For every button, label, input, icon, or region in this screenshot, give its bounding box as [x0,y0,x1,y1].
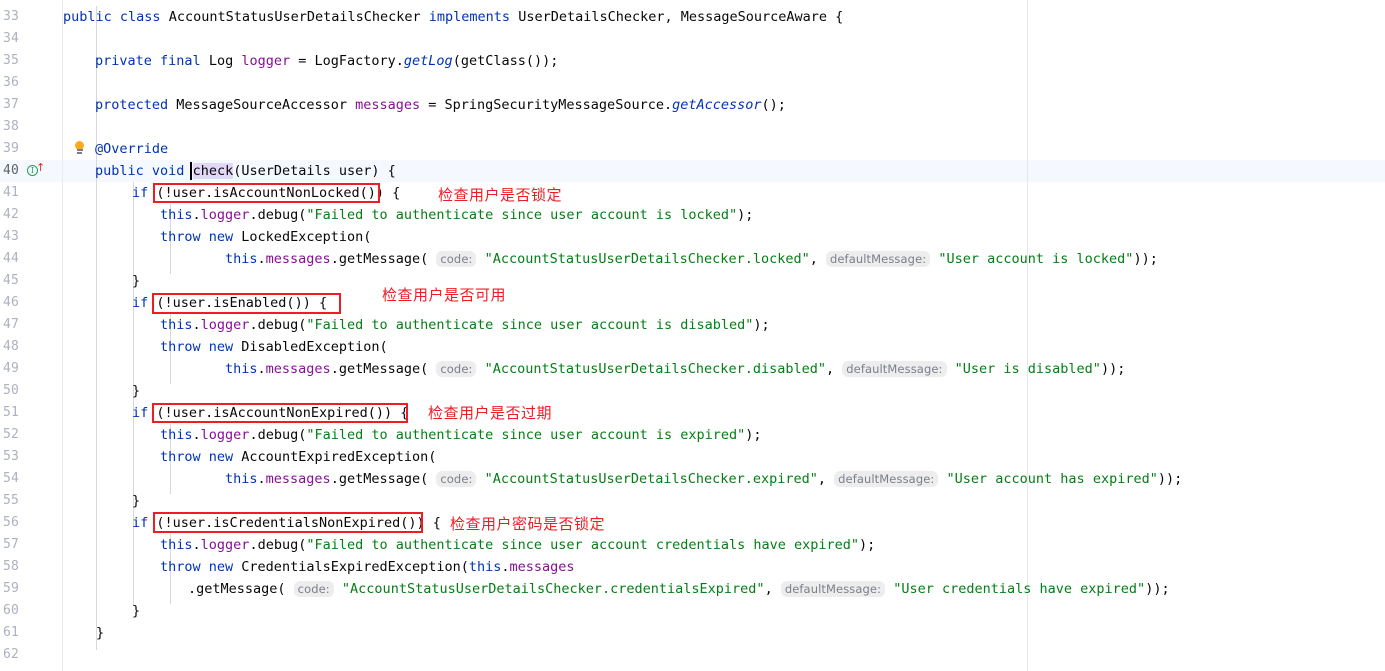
code-line[interactable]: this.logger.debug("Failed to authenticat… [160,534,875,556]
annotation-label: 检查用户是否可用 [382,286,507,304]
code-line[interactable]: protected MessageSourceAccessor messages… [95,94,786,116]
code-line[interactable]: public class AccountStatusUserDetailsChe… [63,6,843,28]
code-line[interactable]: throw new DisabledException( [160,336,388,358]
code-line[interactable]: private final Log logger = LogFactory.ge… [95,50,558,72]
code-line[interactable]: if (!user.isAccountNonExpired()) { [132,402,408,424]
annotation-label: 检查用户密码是否锁定 [450,515,606,533]
code-line[interactable]: public void check(UserDetails user) { [95,160,396,182]
code-line[interactable]: } [132,270,140,292]
code-line[interactable]: @Override [95,138,168,160]
code-line[interactable]: throw new LockedException( [160,226,371,248]
inlay-hint: code: [293,581,334,597]
inlay-hint: code: [436,471,477,487]
code-line[interactable]: this.messages.getMessage( code: "Account… [225,468,1182,490]
code-line[interactable]: .getMessage( code: "AccountStatusUserDet… [188,578,1170,600]
intention-lightbulb-icon[interactable] [73,138,91,160]
code-line[interactable]: throw new CredentialsExpiredException(th… [160,556,575,578]
code-content[interactable]: public class AccountStatusUserDetailsChe… [0,0,1385,671]
inlay-hint: defaultMessage: [825,251,931,267]
annotation-label: 检查用户是否过期 [428,404,553,422]
code-line[interactable]: if (!user.isAccountNonLocked()) { [132,182,400,204]
code-line[interactable]: } [132,380,140,402]
code-line[interactable]: if (!user.isCredentialsNonExpired()) { [132,512,441,534]
code-line[interactable]: } [132,490,140,512]
inlay-hint: code: [436,251,477,267]
code-line[interactable]: this.messages.getMessage( code: "Account… [225,358,1125,380]
code-line[interactable]: } [96,622,104,644]
inlay-hint: defaultMessage: [780,581,886,597]
code-line[interactable]: this.logger.debug("Failed to authenticat… [160,204,753,226]
inlay-hint: code: [436,361,477,377]
code-line[interactable]: if (!user.isEnabled()) { [132,292,327,314]
code-line[interactable]: this.logger.debug("Failed to authenticat… [160,314,770,336]
annotation-label: 检查用户是否锁定 [438,186,563,204]
code-line[interactable]: this.logger.debug("Failed to authenticat… [160,424,762,446]
inlay-hint: defaultMessage: [834,471,939,487]
inlay-hint: defaultMessage: [842,361,947,377]
text-caret [190,162,192,180]
code-line[interactable]: throw new AccountExpiredException( [160,446,436,468]
code-line[interactable]: this.messages.getMessage( code: "Account… [225,248,1158,270]
code-line[interactable]: } [132,600,140,622]
code-editor-view[interactable]: 33 34 35 36 37 38 39 40 41 42 43 44 45 4… [0,0,1385,671]
